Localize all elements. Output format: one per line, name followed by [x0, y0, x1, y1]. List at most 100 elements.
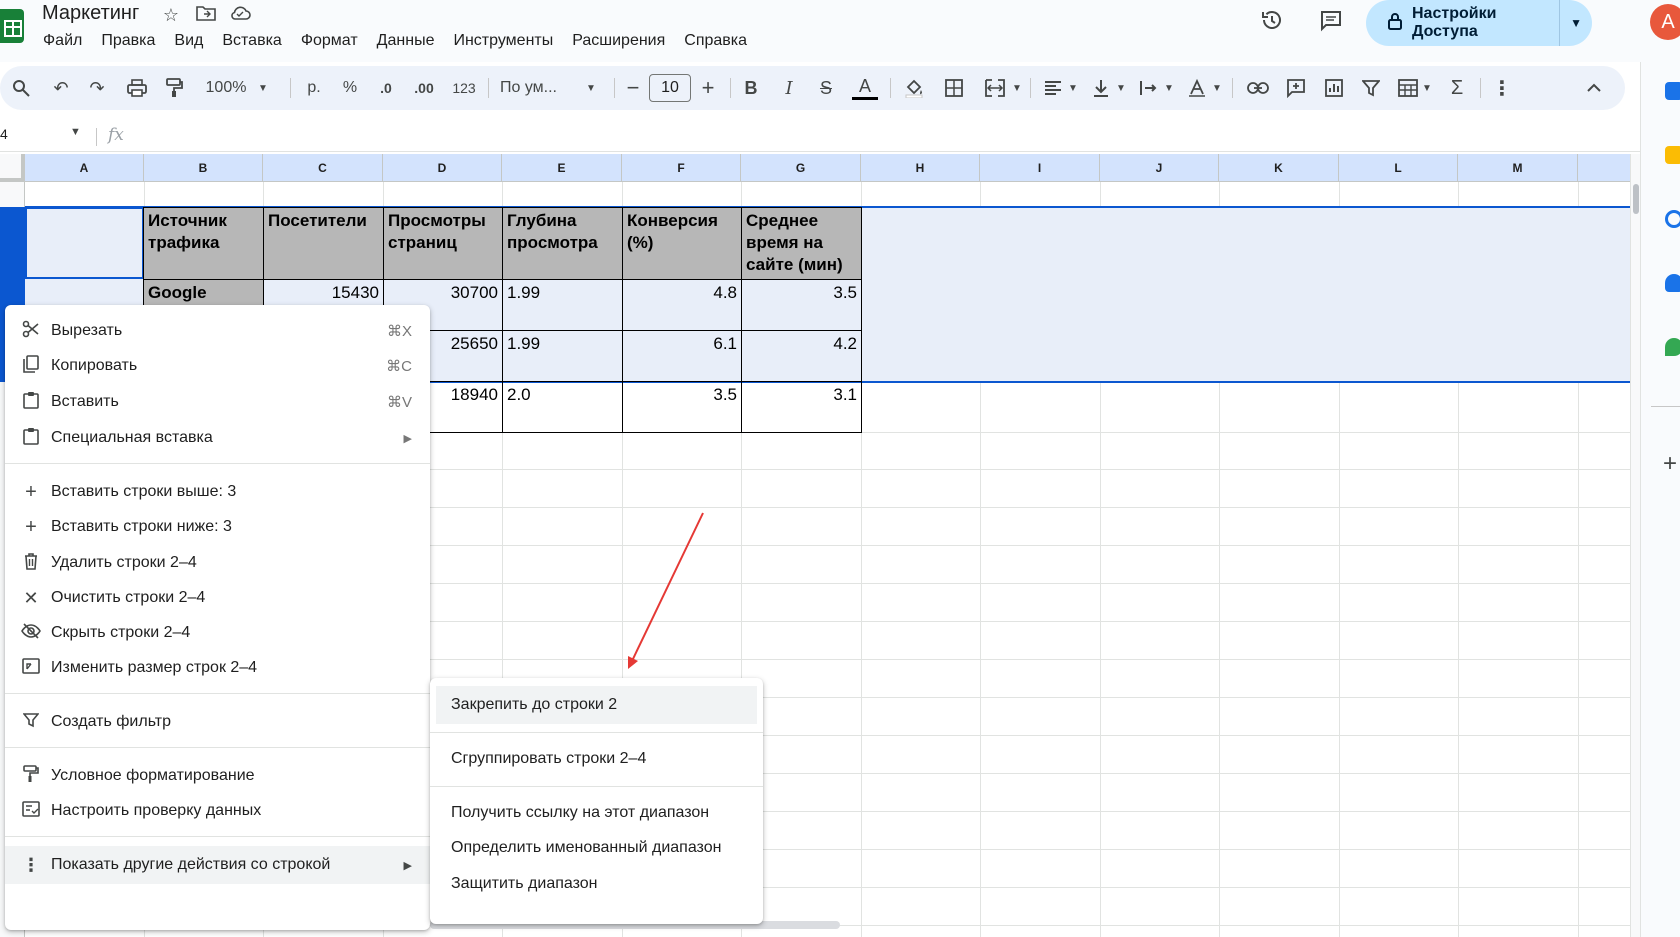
table-cell[interactable]: 3.5: [741, 279, 862, 331]
scroll-thumb[interactable]: [1633, 184, 1639, 214]
table-cell[interactable]: 6.1: [622, 330, 742, 382]
print-icon[interactable]: [123, 66, 151, 110]
table-cell[interactable]: 1.99: [502, 279, 623, 331]
paint-format-icon[interactable]: [160, 66, 188, 110]
keep-icon[interactable]: [1665, 146, 1680, 164]
strikethrough-icon[interactable]: S: [813, 66, 839, 110]
table-cell[interactable]: 4.8: [622, 279, 742, 331]
table-header-cell[interactable]: Посетители: [263, 207, 384, 280]
more-formats-button[interactable]: 123: [448, 66, 480, 110]
filter-icon[interactable]: [1358, 66, 1384, 110]
menu-item-protect-range[interactable]: Защитить диапазон: [430, 865, 763, 903]
merge-cells-icon[interactable]: [982, 66, 1008, 110]
sheets-logo-icon[interactable]: [0, 9, 24, 43]
menu-format[interactable]: Формат: [301, 32, 358, 50]
menu-item-create-filter[interactable]: Создать фильтр: [5, 703, 430, 741]
currency-format-button[interactable]: р.: [302, 66, 326, 110]
wrap-dropdown-icon[interactable]: ▼: [1162, 66, 1176, 110]
menu-item-clear-rows[interactable]: ✕ Очистить строки 2–4: [5, 579, 430, 617]
menu-item-paste-special[interactable]: Специальная вставка ▶: [5, 419, 430, 457]
menu-item-cut[interactable]: Вырезать ⌘X: [5, 312, 430, 350]
align-dropdown-icon[interactable]: ▼: [1066, 66, 1080, 110]
font-dropdown-icon[interactable]: ▼: [584, 66, 598, 110]
table-header-cell[interactable]: Просмотры страниц: [383, 207, 503, 280]
filter-views-icon[interactable]: [1394, 66, 1422, 110]
font-size-input[interactable]: 10: [649, 74, 691, 102]
menu-item-data-validation[interactable]: Настроить проверку данных: [5, 792, 430, 830]
menu-extensions[interactable]: Расширения: [572, 32, 665, 50]
italic-icon[interactable]: I: [776, 66, 802, 110]
functions-icon[interactable]: Σ: [1444, 66, 1470, 110]
menu-item-copy[interactable]: Копировать ⌘C: [5, 347, 430, 385]
bold-icon[interactable]: B: [738, 66, 764, 110]
text-color-icon[interactable]: A: [850, 66, 880, 110]
table-cell[interactable]: 1.99: [502, 330, 623, 382]
star-icon[interactable]: ☆: [160, 4, 182, 26]
table-header-cell[interactable]: Источник трафика: [143, 207, 264, 280]
menu-item-freeze-to-row[interactable]: Закрепить до строки 2: [436, 686, 757, 724]
text-wrap-icon[interactable]: [1136, 66, 1162, 110]
table-cell[interactable]: 3.1: [741, 381, 862, 433]
table-cell[interactable]: 3.5: [622, 381, 742, 433]
filter-views-dropdown-icon[interactable]: ▼: [1420, 66, 1434, 110]
tasks-icon[interactable]: [1665, 210, 1680, 228]
column-header-j[interactable]: J: [1100, 154, 1219, 182]
more-vert-icon[interactable]: ⋮: [1492, 66, 1512, 110]
insert-chart-icon[interactable]: [1320, 66, 1348, 110]
zoom-dropdown-icon[interactable]: ▼: [256, 66, 270, 110]
avatar[interactable]: A: [1650, 4, 1680, 40]
menu-item-insert-rows-above[interactable]: + Вставить строки выше: 3: [5, 473, 430, 511]
maps-icon[interactable]: [1665, 338, 1680, 356]
column-header-l[interactable]: L: [1339, 154, 1458, 182]
decrease-decimal-button[interactable]: .0: [372, 66, 400, 110]
menu-item-define-named-range[interactable]: Определить именованный диапазон: [430, 829, 763, 867]
cloud-status-icon[interactable]: [229, 4, 251, 26]
horizontal-align-icon[interactable]: [1040, 66, 1066, 110]
column-header-i[interactable]: I: [980, 154, 1100, 182]
insert-comment-icon[interactable]: [1282, 66, 1310, 110]
name-box-dropdown-icon[interactable]: ▼: [70, 126, 81, 138]
table-header-cell[interactable]: Среднее время на сайте (мин): [741, 207, 862, 280]
menu-item-insert-rows-below[interactable]: + Вставить строки ниже: 3: [5, 508, 430, 546]
column-header-a[interactable]: A: [25, 154, 144, 182]
calendar-icon[interactable]: [1665, 82, 1680, 100]
menu-data[interactable]: Данные: [377, 32, 435, 50]
select-all-corner[interactable]: [0, 154, 25, 182]
rotation-dropdown-icon[interactable]: ▼: [1210, 66, 1224, 110]
menu-tools[interactable]: Инструменты: [453, 32, 553, 50]
menu-item-group-rows[interactable]: Сгруппировать строки 2–4: [430, 740, 763, 778]
active-cell[interactable]: [25, 207, 144, 279]
column-header-b[interactable]: B: [144, 154, 263, 182]
table-header-cell[interactable]: Глубина просмотра: [502, 207, 623, 280]
insert-link-icon[interactable]: [1244, 66, 1272, 110]
redo-icon[interactable]: ↷: [84, 66, 110, 110]
font-family-select[interactable]: По ум...: [500, 66, 580, 110]
vertical-align-icon[interactable]: [1088, 66, 1114, 110]
merge-dropdown-icon[interactable]: ▼: [1010, 66, 1024, 110]
zoom-select[interactable]: 100%: [203, 66, 249, 110]
menu-item-paste[interactable]: Вставить ⌘V: [5, 383, 430, 421]
undo-icon[interactable]: ↶: [48, 66, 74, 110]
search-icon[interactable]: [8, 66, 34, 110]
menu-edit[interactable]: Правка: [101, 32, 155, 50]
menu-item-conditional-formatting[interactable]: Условное форматирование: [5, 757, 430, 795]
share-button[interactable]: Настройки Доступа ▼: [1366, 0, 1592, 46]
contacts-icon[interactable]: [1665, 274, 1680, 292]
font-size-increase-button[interactable]: +: [697, 66, 719, 110]
share-dropdown-icon[interactable]: ▼: [1560, 16, 1592, 30]
column-header-g[interactable]: G: [741, 154, 861, 182]
menu-insert[interactable]: Вставка: [222, 32, 281, 50]
column-header-h[interactable]: H: [861, 154, 980, 182]
menu-item-delete-rows[interactable]: Удалить строки 2–4: [5, 544, 430, 582]
column-header-e[interactable]: E: [502, 154, 622, 182]
fill-color-icon[interactable]: [900, 66, 928, 110]
menu-item-get-range-link[interactable]: Получить ссылку на этот диапазон: [430, 794, 763, 832]
menu-item-resize-rows[interactable]: Изменить размер строк 2–4: [5, 649, 430, 687]
document-title[interactable]: Маркетинг: [42, 2, 139, 25]
column-header-c[interactable]: C: [263, 154, 383, 182]
increase-decimal-button[interactable]: .00: [408, 66, 440, 110]
column-header-k[interactable]: K: [1219, 154, 1339, 182]
column-header-f[interactable]: F: [622, 154, 741, 182]
borders-icon[interactable]: [941, 66, 967, 110]
column-header-n[interactable]: [1578, 154, 1630, 182]
